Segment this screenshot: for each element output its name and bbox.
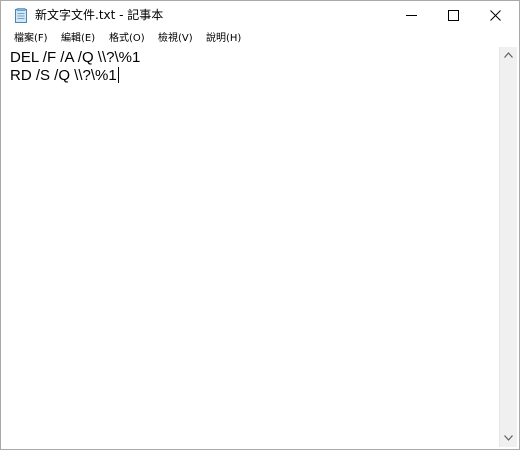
editor-line: RD /S /Q \\?\%1 bbox=[10, 67, 119, 85]
menu-file[interactable]: 檔案(F) bbox=[14, 30, 48, 47]
editor-line: DEL /F /A /Q \\?\%1 bbox=[10, 49, 140, 67]
close-icon bbox=[490, 10, 501, 21]
maximize-icon bbox=[448, 10, 459, 21]
vertical-scrollbar[interactable] bbox=[499, 47, 517, 447]
text-editor[interactable]: DEL /F /A /Q \\?\%1 RD /S /Q \\?\%1 bbox=[4, 47, 499, 447]
chevron-down-icon bbox=[504, 435, 513, 441]
text-cursor bbox=[117, 67, 119, 83]
close-button[interactable] bbox=[475, 1, 515, 30]
notepad-icon bbox=[15, 8, 28, 23]
menu-bar: 檔案(F) 編輯(E) 格式(O) 檢視(V) 說明(H) bbox=[1, 30, 519, 47]
scroll-down-button[interactable] bbox=[500, 430, 517, 447]
menu-edit[interactable]: 編輯(E) bbox=[61, 30, 95, 47]
title-bar[interactable]: 新文字文件.txt - 記事本 bbox=[1, 1, 519, 30]
window-title: 新文字文件.txt - 記事本 bbox=[35, 8, 164, 22]
chevron-up-icon bbox=[504, 52, 513, 58]
scroll-up-button[interactable] bbox=[500, 47, 517, 64]
minimize-icon bbox=[406, 15, 417, 16]
notepad-window: 新文字文件.txt - 記事本 檔案(F) 編輯(E) 格式(O) 檢視(V) … bbox=[0, 0, 520, 450]
maximize-button[interactable] bbox=[433, 1, 473, 30]
editor-line-text: RD /S /Q \\?\%1 bbox=[10, 67, 117, 84]
menu-view[interactable]: 檢視(V) bbox=[158, 30, 193, 47]
menu-help[interactable]: 說明(H) bbox=[206, 30, 241, 47]
minimize-button[interactable] bbox=[391, 1, 431, 30]
menu-format[interactable]: 格式(O) bbox=[109, 30, 145, 47]
editor-line-text: DEL /F /A /Q \\?\%1 bbox=[10, 49, 141, 66]
